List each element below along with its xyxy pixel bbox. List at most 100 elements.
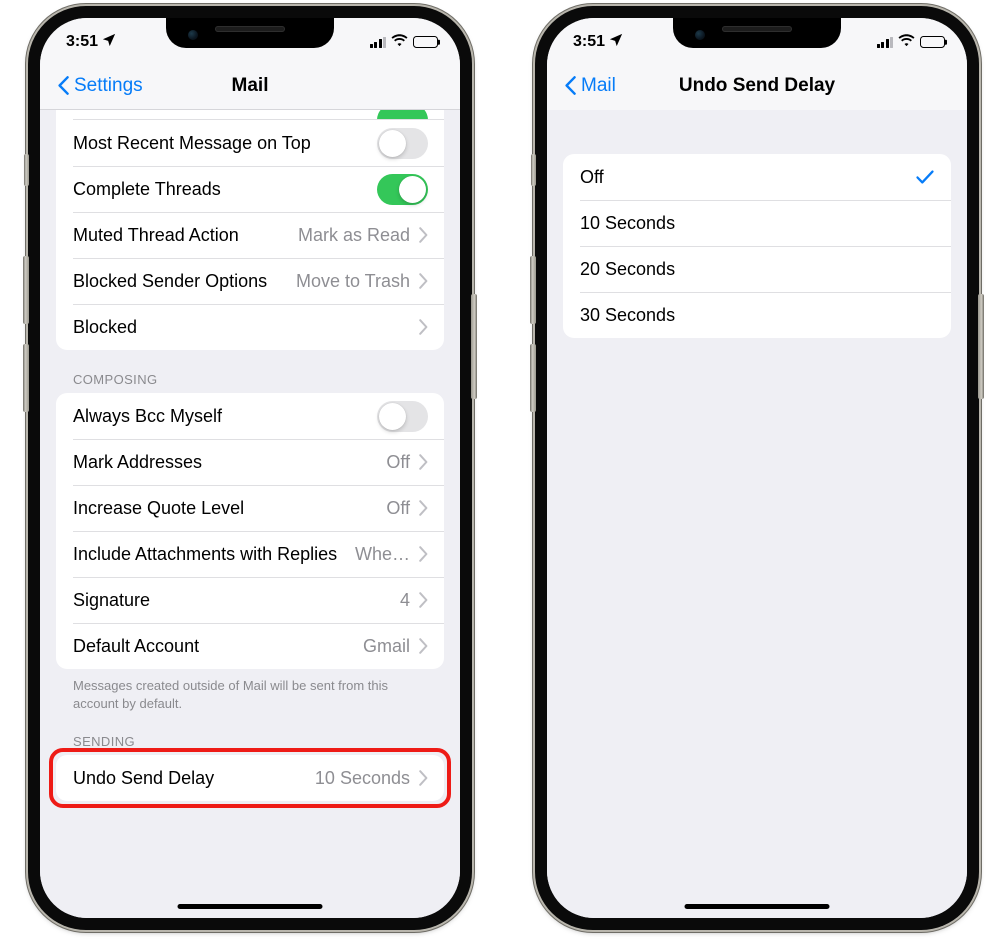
iphone-device-right: 3:51 Mail Undo Send Delay Off 10 Seconds… [530,6,984,930]
volume-down-button-right[interactable] [530,344,536,412]
row-label: Most Recent Message on Top [73,132,311,153]
location-arrow-icon [609,33,623,52]
chevron-left-icon [58,76,69,95]
row-value: Whe… [354,543,410,564]
status-time: 3:51 [573,33,606,50]
front-camera-icon [695,30,705,40]
chevron-left-icon [565,76,576,95]
undo-send-delay-options-card: Off 10 Seconds 20 Seconds 30 Seconds [563,154,951,338]
toggle-most-recent-message-on-top[interactable] [377,127,428,159]
option-row-30-seconds[interactable]: 30 Seconds [563,292,951,338]
undo-send-delay-highlight-wrap: Undo Send Delay 10 Seconds [49,748,451,809]
chevron-right-icon [419,638,428,654]
row-signature[interactable]: Signature 4 [56,577,444,623]
row-label: Blocked Sender Options [73,270,268,291]
settings-scroll-left[interactable]: Most Recent Message on Top Complete Thre… [40,110,460,918]
chevron-right-icon [419,770,428,786]
back-button-mail[interactable]: Mail [565,75,616,97]
status-bar-left-group: 3:51 [66,29,116,52]
row-label: Default Account [73,635,200,656]
volume-up-button-left[interactable] [23,256,29,324]
row-complete-threads[interactable]: Complete Threads [56,166,444,212]
chevron-right-icon [419,500,428,516]
status-bar-right-group [876,29,945,51]
mute-switch-right[interactable] [531,154,536,186]
iphone-device-left: 3:51 Settings Mail Most Recent Message o… [23,6,477,930]
row-label: Complete Threads [73,178,221,199]
screen-left: 3:51 Settings Mail Most Recent Message o… [40,18,460,918]
row-muted-thread-action[interactable]: Muted Thread Action Mark as Read [56,212,444,258]
row-label: Always Bcc Myself [73,405,223,426]
earpiece-speaker-icon [215,26,285,32]
option-row-off[interactable]: Off [563,154,951,200]
row-value: 10 Seconds [314,767,410,788]
option-label: Off [580,166,604,187]
nav-bar-right: Mail Undo Send Delay [547,62,967,110]
option-label: 10 Seconds [580,212,676,233]
option-row-20-seconds[interactable]: 20 Seconds [563,246,951,292]
sending-section-card: Undo Send Delay 10 Seconds [56,755,444,802]
volume-up-button-right[interactable] [530,256,536,324]
status-time: 3:51 [66,33,99,50]
cellular-signal-icon [876,36,893,48]
row-label: Mark Addresses [73,451,203,472]
option-label: 30 Seconds [580,304,676,325]
chevron-right-icon [419,273,428,289]
row-label: Undo Send Delay [73,767,215,788]
row-include-attachments-with-replies[interactable]: Include Attachments with Replies Whe… [56,531,444,577]
notch-right [673,18,841,48]
screen-right: 3:51 Mail Undo Send Delay Off 10 Seconds… [547,18,967,918]
battery-icon [413,36,438,48]
row-most-recent-message-on-top[interactable]: Most Recent Message on Top [56,120,444,166]
chevron-right-icon [419,546,428,562]
row-label: Muted Thread Action [73,224,239,245]
wifi-icon [898,33,915,51]
wifi-icon [391,33,408,51]
composing-footer-note: Messages created outside of Mail will be… [73,678,389,711]
chevron-right-icon [419,454,428,470]
cellular-signal-icon [369,36,386,48]
location-arrow-icon [102,33,116,52]
threading-section-card: Most Recent Message on Top Complete Thre… [56,120,444,350]
toggle-always-bcc-myself[interactable] [377,400,428,432]
clipped-row-top [56,110,444,120]
notch-left [166,18,334,48]
back-button-label: Settings [74,74,143,96]
row-undo-send-delay[interactable]: Undo Send Delay 10 Seconds [56,755,444,801]
row-value: Mark as Read [297,224,410,245]
row-label: Blocked [73,316,138,337]
nav-bar-left: Settings Mail [40,62,460,110]
power-button-right[interactable] [978,294,984,399]
mute-switch-left[interactable] [24,154,29,186]
row-value: Off [386,497,410,518]
row-increase-quote-level[interactable]: Increase Quote Level Off [56,485,444,531]
chevron-right-icon [419,319,428,335]
composing-section-card: Always Bcc Myself Mark Addresses Off Inc… [56,393,444,669]
section-header-sending: SENDING [73,734,136,750]
chevron-right-icon [419,592,428,608]
front-camera-icon [188,30,198,40]
row-value: 4 [399,589,410,610]
row-mark-addresses[interactable]: Mark Addresses Off [56,439,444,485]
checkmark-icon [915,167,935,187]
row-label: Include Attachments with Replies [73,543,338,564]
row-value: Off [386,451,410,472]
home-indicator-left[interactable] [177,904,323,909]
row-blocked[interactable]: Blocked [56,304,444,350]
power-button-left[interactable] [471,294,477,399]
back-button-settings[interactable]: Settings [58,75,143,97]
screenshot-stage: 3:51 Settings Mail Most Recent Message o… [0,0,996,940]
row-label: Signature [73,589,151,610]
volume-down-button-left[interactable] [23,344,29,412]
row-default-account[interactable]: Default Account Gmail [56,623,444,669]
options-scroll-right[interactable]: Off 10 Seconds 20 Seconds 30 Seconds [547,110,967,918]
row-label: Increase Quote Level [73,497,245,518]
section-header-composing: COMPOSING [73,372,158,387]
row-blocked-sender-options[interactable]: Blocked Sender Options Move to Trash [56,258,444,304]
option-row-10-seconds[interactable]: 10 Seconds [563,200,951,246]
chevron-right-icon [419,227,428,243]
home-indicator-right[interactable] [684,904,830,909]
row-always-bcc-myself[interactable]: Always Bcc Myself [56,393,444,439]
battery-icon [920,36,945,48]
toggle-complete-threads[interactable] [377,173,428,205]
